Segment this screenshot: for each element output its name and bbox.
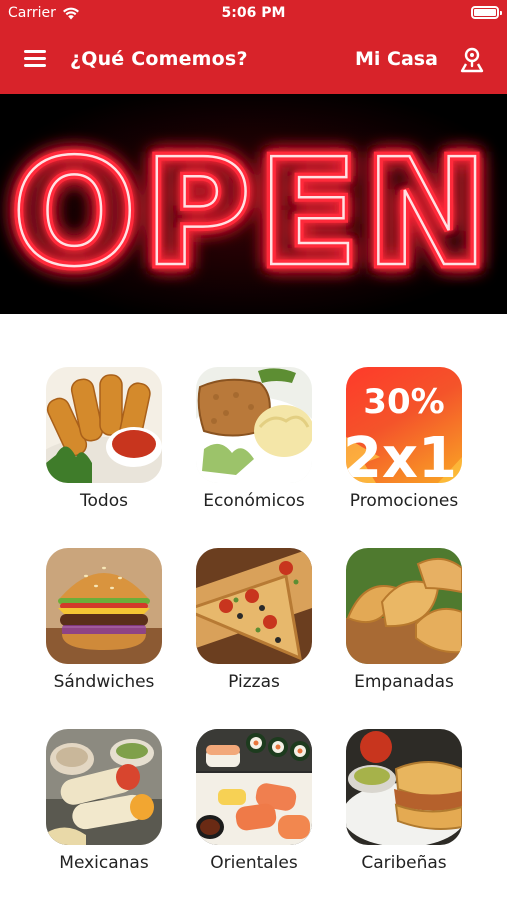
hamburger-menu-icon[interactable]: [24, 50, 46, 68]
category-label: Orientales: [210, 853, 298, 873]
category-promociones[interactable]: 30% 2x1 Promociones: [317, 365, 467, 525]
category-mexicanas[interactable]: Mexicanas: [17, 727, 167, 887]
promo-image: 30% 2x1: [346, 367, 462, 483]
status-bar: Carrier 5:06 PM: [0, 0, 507, 26]
battery-icon: [471, 6, 502, 19]
category-economicos[interactable]: Económicos: [167, 365, 317, 525]
category-label: Pizzas: [228, 672, 280, 692]
empanadas-image: [346, 548, 462, 664]
neon-core-text: OPEN: [11, 127, 494, 299]
status-time: 5:06 PM: [221, 5, 286, 21]
arepa-image: [346, 729, 462, 845]
map-pin-icon[interactable]: [458, 46, 486, 74]
category-sandwiches[interactable]: Sándwiches: [17, 546, 167, 706]
location-label[interactable]: Mi Casa: [355, 48, 438, 70]
category-empanadas[interactable]: Empanadas: [317, 546, 467, 706]
sushi-image: [196, 729, 312, 845]
app-title: ¿Qué Comemos?: [70, 48, 248, 70]
category-label: Económicos: [203, 491, 305, 511]
category-label: Empanadas: [354, 672, 454, 692]
burritos-image: [46, 729, 162, 845]
schnitzel-mash-image: [196, 367, 312, 483]
category-label: Todos: [80, 491, 128, 511]
mozzarella-sticks-image: [46, 367, 162, 483]
category-label: Promociones: [349, 491, 459, 511]
category-caribenas[interactable]: Caribeñas: [317, 727, 467, 887]
open-sign-banner: OPEN OPEN: [0, 94, 507, 314]
pizza-image: [196, 548, 312, 664]
category-label: Caribeñas: [361, 853, 447, 873]
neon-open-sign: OPEN OPEN: [0, 94, 507, 314]
promo-2x1-text: 2x1: [346, 426, 457, 483]
category-label: Mexicanas: [59, 853, 149, 873]
burger-image: [46, 548, 162, 664]
category-orientales[interactable]: Orientales: [167, 727, 317, 887]
category-label: Sándwiches: [53, 672, 155, 692]
category-todos[interactable]: Todos: [17, 365, 167, 525]
category-pizzas[interactable]: Pizzas: [167, 546, 317, 706]
promo-percent-text: 30%: [363, 382, 444, 422]
app-header: ¿Qué Comemos? Mi Casa: [0, 26, 507, 94]
